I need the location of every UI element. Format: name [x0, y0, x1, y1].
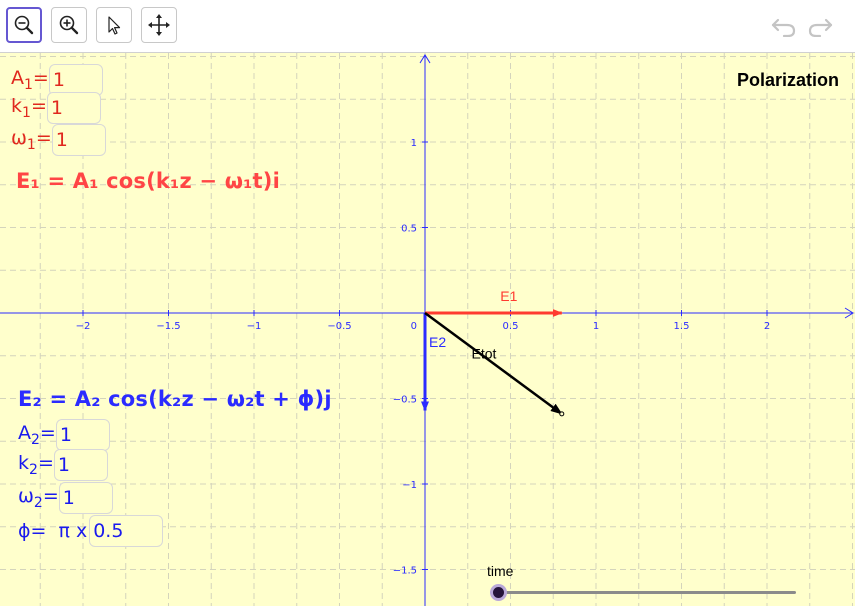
- y-tick-label: −0.5: [393, 395, 417, 406]
- zoom-in-icon: [59, 15, 79, 35]
- x-tick-label: −1: [247, 321, 262, 332]
- e2-formula: E₂ = A₂ cos(k₂z − ω₂t + ϕ)j: [18, 387, 332, 411]
- zoom-out-button[interactable]: [6, 7, 42, 43]
- x-tick-label: 0.5: [503, 321, 519, 332]
- a2-label: A2=: [18, 422, 56, 448]
- k2-label: k2=: [18, 452, 54, 478]
- omega2-label: ω2=: [18, 485, 59, 511]
- origin-label: 0: [411, 321, 417, 332]
- time-slider-handle[interactable]: [490, 584, 507, 601]
- a1-label: A1=: [11, 67, 49, 93]
- x-tick-label: −2: [76, 321, 91, 332]
- etot-endpoint: [559, 411, 565, 417]
- phi-label: ϕ=: [18, 520, 47, 542]
- k1-label: k1=: [11, 95, 47, 121]
- x-tick-label: 2: [764, 321, 770, 332]
- toolbar: [0, 0, 855, 53]
- undo-icon: [771, 18, 796, 37]
- phi-multiplier: π x: [58, 520, 88, 542]
- x-tick-label: −0.5: [327, 321, 351, 332]
- k1-row: k1= 1: [11, 92, 101, 124]
- y-tick-label: 0.5: [401, 224, 417, 235]
- pointer-arrow-icon: [108, 16, 121, 35]
- graphics-view[interactable]: −2 −1.5 −1 −0.5 0.5 1 1.5 2 1 0.5 −0.5 −1 −1.5 0 E1 E2 E…: [0, 53, 855, 606]
- vector-e2-label: E2: [429, 334, 446, 350]
- k1-input[interactable]: 1: [46, 92, 101, 124]
- a2-input[interactable]: 1: [55, 419, 110, 451]
- y-tick-label: 1: [411, 138, 417, 149]
- y-tick-label: −1: [402, 480, 417, 491]
- redo-button[interactable]: [805, 14, 835, 38]
- zoom-in-button[interactable]: [51, 7, 87, 43]
- undo-button[interactable]: [769, 14, 799, 38]
- redo-icon: [808, 18, 833, 37]
- omega1-row: ω1= 1: [11, 124, 106, 156]
- omega1-label: ω1=: [11, 127, 52, 153]
- omega1-input[interactable]: 1: [51, 124, 106, 156]
- a2-row: A2= 1: [18, 419, 110, 451]
- page-title: Polarization: [736, 70, 839, 90]
- time-slider-track[interactable]: [498, 591, 796, 594]
- move-tool-button[interactable]: [96, 7, 132, 43]
- k2-row: k2= 1: [18, 449, 108, 481]
- zoom-out-icon: [14, 15, 34, 35]
- e1-formula: E₁ = A₁ cos(k₁z − ω₁t)i: [16, 169, 280, 193]
- x-tick-label: −1.5: [156, 321, 180, 332]
- move-view-icon: [148, 14, 170, 36]
- phi-row: ϕ= π x 0.5: [18, 515, 164, 547]
- move-graphics-view-button[interactable]: [141, 7, 177, 43]
- phi-input[interactable]: 0.5: [89, 515, 164, 547]
- k2-input[interactable]: 1: [53, 449, 108, 481]
- vector-e1-label: E1: [500, 288, 517, 304]
- time-slider-label: time: [487, 563, 514, 579]
- x-tick-label: 1: [593, 321, 599, 332]
- y-tick-label: −1.5: [393, 566, 417, 577]
- x-tick-label: 1.5: [674, 321, 690, 332]
- vector-etot-label: Etot: [472, 345, 497, 361]
- omega2-row: ω2= 1: [18, 482, 113, 514]
- omega2-input[interactable]: 1: [58, 482, 113, 514]
